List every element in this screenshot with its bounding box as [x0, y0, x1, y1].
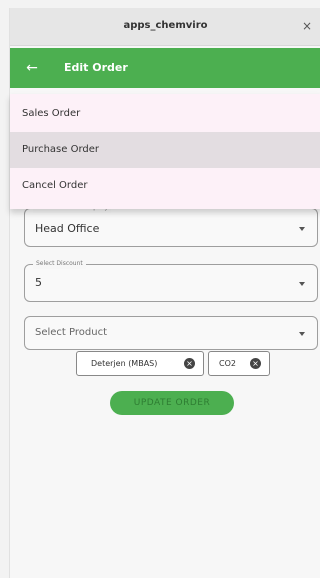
arrow-left-icon[interactable]: ←	[22, 58, 42, 78]
product-chip: Deterjen (MBAS) ×	[76, 351, 204, 376]
product-chip-label: CO2	[219, 359, 236, 368]
product-chip: CO2 ×	[208, 351, 270, 376]
window-title: apps_chemviro	[123, 20, 208, 31]
remove-chip-icon[interactable]: ×	[184, 358, 195, 369]
chevron-down-icon	[299, 282, 305, 286]
discount-value: 5	[35, 276, 42, 289]
remove-chip-icon[interactable]: ×	[250, 358, 261, 369]
branch-company-select[interactable]: Select Branch Company Head Office	[24, 203, 318, 247]
chevron-down-icon	[299, 227, 305, 231]
page-title: Edit Order	[64, 61, 128, 74]
product-placeholder: Select Product	[35, 327, 107, 338]
order-type-menu: Sales Order Purchase Order Cancel Order	[10, 94, 320, 209]
product-select[interactable]: Select Product	[24, 316, 318, 350]
update-order-button[interactable]: UPDATE ORDER	[110, 391, 234, 415]
menu-item-purchase-order[interactable]: Purchase Order	[10, 132, 320, 168]
window-titlebar: apps_chemviro ×	[10, 8, 320, 46]
menu-item-sales-order[interactable]: Sales Order	[10, 96, 320, 132]
chevron-down-icon	[299, 332, 305, 336]
discount-select[interactable]: Select Discount 5	[24, 259, 318, 302]
close-icon[interactable]: ×	[299, 18, 315, 34]
product-chip-label: Deterjen (MBAS)	[91, 359, 158, 368]
app-bar: ← Edit Order	[10, 48, 320, 88]
app-window: apps_chemviro × ← Edit Order Sales Order…	[9, 8, 320, 578]
discount-label: Select Discount	[33, 259, 86, 269]
branch-company-value: Head Office	[35, 222, 100, 235]
menu-item-cancel-order[interactable]: Cancel Order	[10, 168, 320, 204]
